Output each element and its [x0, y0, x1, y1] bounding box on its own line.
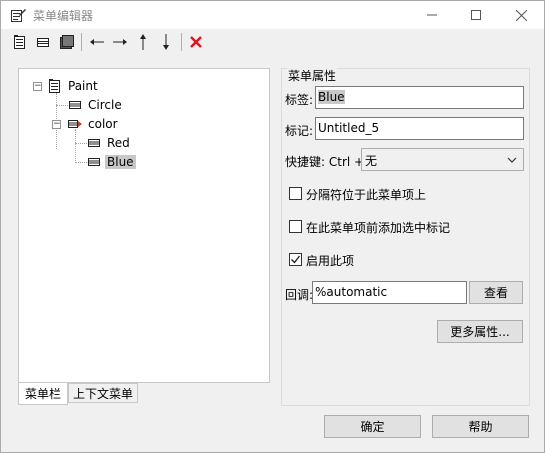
toolbar-separator	[81, 33, 82, 51]
separator-above-label: 分隔符位于此菜单项上	[306, 188, 427, 202]
tree-item-label: color	[88, 117, 118, 131]
insert-item-icon	[14, 35, 25, 49]
insert-submenu-icon	[60, 35, 74, 49]
tree-item-color[interactable]: color	[67, 115, 120, 133]
close-icon	[515, 9, 527, 21]
move-left-button[interactable]	[87, 32, 107, 52]
enable-item-checkbox[interactable]	[289, 253, 302, 266]
callback-field-value: %automatic	[315, 285, 388, 299]
tab-context-menu[interactable]: 上下文菜单	[68, 383, 138, 403]
window-title: 菜单编辑器	[33, 9, 94, 23]
shortcut-caption: 快捷键: Ctrl +	[285, 155, 365, 169]
menu-tree-panel: − Paint Circle − color Red Blue	[18, 68, 270, 383]
insert-separator-icon	[37, 38, 49, 47]
callback-caption: 回调:	[285, 288, 314, 302]
enable-item-label: 启用此项	[306, 254, 355, 268]
tag-field[interactable]: Untitled_5	[315, 117, 524, 140]
tree-item-label: Paint	[68, 79, 98, 93]
view-callback-button[interactable]: 查看	[469, 281, 523, 304]
help-button[interactable]: 帮助	[432, 415, 529, 438]
menu-root-icon	[47, 78, 63, 94]
label-caption: 标签:	[285, 93, 314, 107]
callback-field[interactable]: %automatic	[312, 281, 467, 304]
shortcut-value: 无	[365, 154, 378, 168]
shortcut-dropdown[interactable]: 无	[361, 148, 524, 171]
menu-item-icon	[86, 154, 102, 170]
title-bar: 菜单编辑器	[1, 1, 544, 29]
outdent-arrow-icon	[90, 39, 104, 45]
add-checkmark-checkbox[interactable]	[289, 220, 302, 233]
label-field[interactable]: Blue	[315, 86, 524, 109]
tree-item-red[interactable]: Red	[86, 134, 132, 152]
chevron-down-icon	[507, 154, 517, 168]
maximize-button[interactable]	[453, 1, 499, 29]
move-down-arrow-icon	[163, 34, 169, 50]
collapse-paint-toggle[interactable]: −	[33, 82, 42, 91]
menu-editor-window: 菜单编辑器 − Paint Circle − color Red Blue 菜单…	[0, 0, 545, 453]
close-button[interactable]	[498, 1, 544, 29]
move-up-button[interactable]	[133, 32, 153, 52]
tree-item-circle[interactable]: Circle	[67, 96, 124, 114]
tag-field-value: Untitled_5	[318, 121, 380, 135]
add-checkmark-label: 在此菜单项前添加选中标记	[306, 221, 451, 235]
maximize-icon	[471, 10, 481, 20]
toolbar-separator	[181, 33, 182, 51]
tree-connector	[75, 129, 76, 163]
menu-item-icon	[67, 97, 83, 113]
move-up-arrow-icon	[140, 34, 146, 50]
checkmark-icon	[291, 255, 301, 264]
minimize-icon	[427, 14, 437, 16]
tree-item-label: Blue	[105, 155, 136, 169]
group-title: 菜单属性	[287, 67, 338, 84]
tree-item-label: Red	[107, 136, 130, 150]
tree-item-paint[interactable]: Paint	[47, 77, 100, 95]
tree-item-blue[interactable]: Blue	[86, 153, 136, 171]
new-menu-separator-button[interactable]	[33, 32, 53, 52]
label-field-value: Blue	[318, 90, 345, 104]
minimize-button[interactable]	[409, 1, 455, 29]
tag-caption: 标记:	[285, 124, 314, 138]
new-submenu-button[interactable]	[57, 32, 77, 52]
tab-menubar[interactable]: 菜单栏	[18, 383, 68, 405]
more-properties-button[interactable]: 更多属性...	[437, 320, 523, 343]
toolbar	[1, 29, 544, 55]
submenu-icon	[67, 116, 83, 132]
menu-item-icon	[86, 135, 102, 151]
move-right-button[interactable]	[110, 32, 130, 52]
tree-item-label: Circle	[88, 98, 122, 112]
indent-arrow-icon	[113, 39, 127, 45]
delete-icon	[190, 36, 202, 48]
new-menu-item-button[interactable]	[10, 32, 30, 52]
separator-above-checkbox[interactable]	[289, 187, 302, 200]
collapse-color-toggle[interactable]: −	[52, 120, 61, 129]
menu-editor-app-icon	[10, 7, 26, 23]
delete-button[interactable]	[186, 32, 206, 52]
ok-button[interactable]: 确定	[324, 415, 421, 438]
move-down-button[interactable]	[156, 32, 176, 52]
